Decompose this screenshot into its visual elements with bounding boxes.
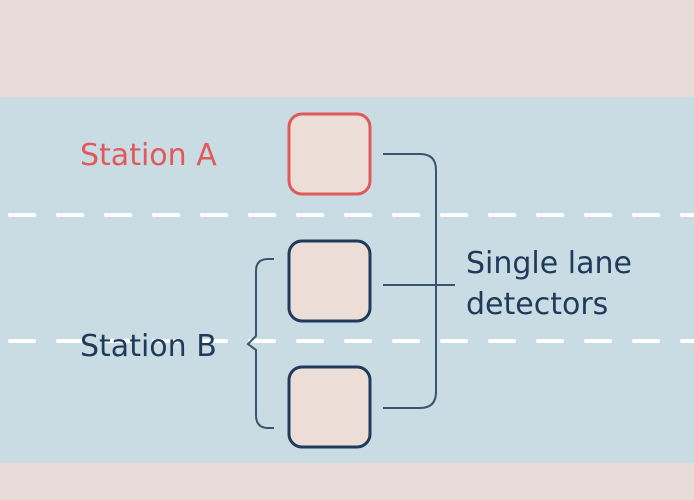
detector-station-a [287,112,372,196]
detector-station-b-lane-2 [287,239,372,323]
callout-label-line2: detectors [466,287,608,322]
detector-station-b-lane-3 [287,365,372,449]
detector-diagram: Station A Station B Single lane detector… [0,0,694,500]
station-b-label: Station B [80,329,217,364]
callout-label-line1: Single lane [466,246,632,281]
station-a-label: Station A [80,138,217,173]
